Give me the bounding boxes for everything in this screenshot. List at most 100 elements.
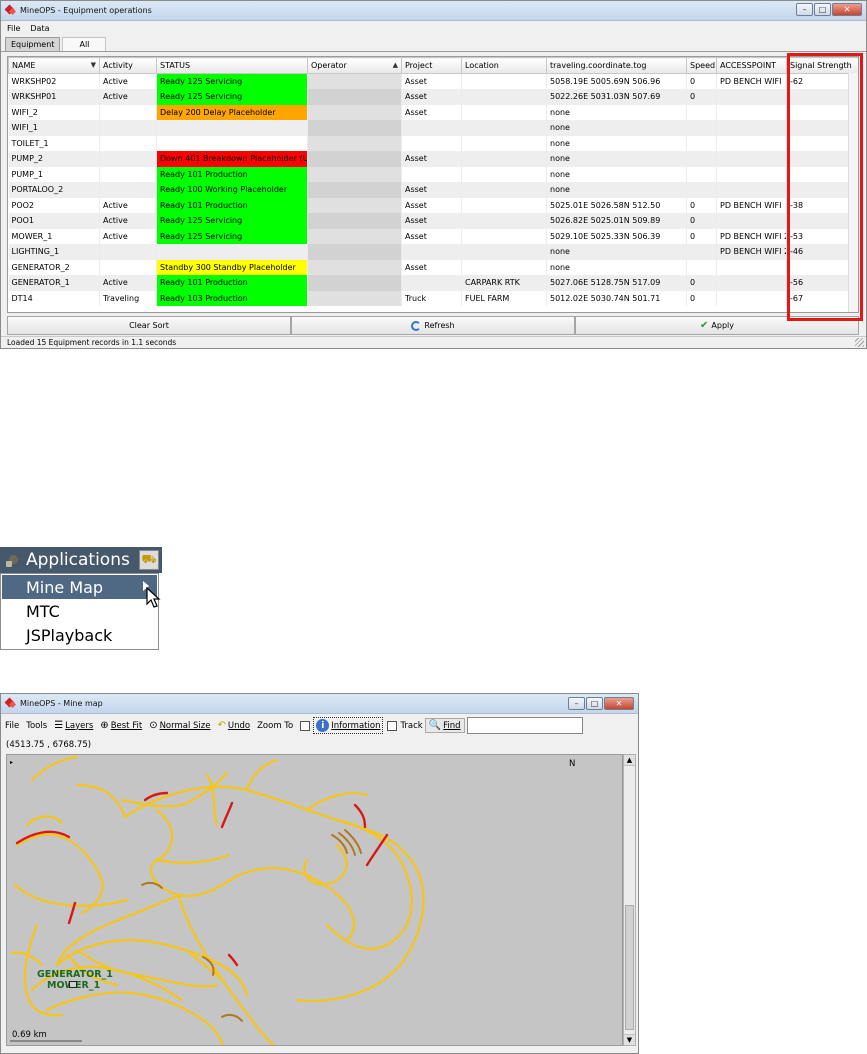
table-row[interactable]: WRKSHP02 Active Ready 125 Servicing Asset 50…	[8, 73, 858, 89]
menu-file[interactable]: File	[7, 24, 20, 33]
refresh-button[interactable]: Refresh	[291, 316, 575, 335]
scroll-up-icon[interactable]: ▲	[624, 755, 635, 766]
cell-operator	[307, 244, 402, 260]
vehicle-marker-icon[interactable]	[69, 981, 77, 988]
truck-launcher-icon[interactable]: ⛟	[139, 550, 159, 570]
layers-icon: ☰	[54, 720, 64, 731]
undo-arrow-icon: ↶	[217, 720, 226, 731]
cell-speed: 0	[686, 290, 717, 306]
maximize-icon[interactable]: □	[586, 697, 603, 710]
undo-button[interactable]: ↶ Undo	[217, 720, 250, 731]
layers-button[interactable]: ☰ Layers	[54, 720, 93, 731]
table-row[interactable]: POO1 Active Ready 125 Servicing Asset 5026.8…	[8, 213, 858, 229]
column-header-location[interactable]: Location	[461, 57, 547, 74]
resize-grip-icon[interactable]	[855, 338, 864, 347]
table-vertical-scrollbar[interactable]	[848, 73, 858, 312]
map-menu-file[interactable]: File	[5, 721, 19, 731]
vehicle-label-generator-1[interactable]: GENERATOR_1	[37, 969, 113, 980]
table-row[interactable]: WIFI_1 none	[8, 120, 858, 136]
north-indicator: N	[569, 759, 576, 769]
cell-location: FUEL FARM	[461, 290, 547, 306]
column-header-status[interactable]: STATUS	[156, 57, 308, 74]
table-row[interactable]: LIGHTING_1 none PD BENCH WIFI 2 -46	[8, 244, 858, 260]
column-header-activity[interactable]: Activity	[99, 57, 157, 74]
column-header-signal-strength[interactable]: Signal Strength	[786, 57, 858, 74]
cell-accesspoint	[716, 120, 787, 136]
normal-size-button[interactable]: ⊙ Normal Size	[149, 720, 210, 731]
table-row[interactable]: GENERATOR_2 Standby 300 Standby Placehold…	[8, 259, 858, 275]
menu-item-jsplayback[interactable]: JSPlayback	[2, 623, 157, 647]
apply-button[interactable]: ✔ Apply	[575, 316, 859, 335]
table-row[interactable]: PUMP_1 Ready 101 Production none	[8, 166, 858, 182]
close-icon[interactable]: ✕	[832, 3, 862, 16]
column-header-accesspoint[interactable]: ACCESSPOINT	[716, 57, 787, 74]
minimize-icon[interactable]: –	[796, 3, 813, 16]
best-fit-button[interactable]: ⊕ Best Fit	[100, 720, 142, 731]
map-window-controls: – □ ✕	[567, 697, 634, 710]
menu-item-mtc[interactable]: MTC	[2, 599, 157, 623]
scroll-down-icon[interactable]: ▼	[624, 1034, 635, 1045]
tab-all[interactable]: All	[62, 37, 107, 51]
table-row[interactable]: MOWER_1 Active Ready 125 Servicing Asset 502…	[8, 228, 858, 244]
mine-map-window-title: MineOPS - Mine map	[20, 699, 103, 708]
find-input[interactable]	[466, 717, 583, 734]
map-vertical-scrollbar[interactable]: ▲ ▼	[623, 754, 636, 1046]
track-checkbox[interactable]	[387, 720, 398, 731]
clear-sort-button[interactable]: Clear Sort	[7, 316, 291, 335]
map-scroll-thumb[interactable]	[625, 905, 634, 1030]
tab-equipment[interactable]: Equipment	[5, 37, 61, 51]
map-corner-arrow-icon: ▸	[10, 759, 14, 766]
cell-operator	[307, 259, 402, 275]
refresh-icon	[411, 320, 422, 331]
cell-accesspoint: PD BENCH WIFI 2	[716, 244, 787, 260]
cell-status: Down 401 Breakdown Placeholder (UM	[156, 151, 308, 167]
cell-activity: Active	[99, 89, 157, 105]
table-row[interactable]: POO2 Active Ready 101 Production Asset 5025.…	[8, 197, 858, 213]
cell-operator	[307, 120, 402, 136]
table-row[interactable]: DT14 Traveling Ready 103 Production Truck FU…	[8, 290, 858, 306]
table-row[interactable]: GENERATOR_1 Active Ready 101 Production CAR…	[8, 275, 858, 291]
information-button[interactable]: i Information	[313, 717, 384, 734]
cell-accesspoint	[716, 104, 787, 120]
information-checkbox[interactable]	[300, 720, 311, 731]
close-icon[interactable]: ✕	[604, 697, 634, 710]
applications-menu-button[interactable]: Applications	[26, 550, 130, 570]
cell-speed: 0	[686, 228, 717, 244]
column-header-coordinate[interactable]: traveling.coordinate.tog	[546, 57, 687, 74]
column-header-speed[interactable]: Speed	[686, 57, 717, 74]
cell-name: PUMP_1	[8, 166, 100, 182]
cell-project	[401, 120, 462, 136]
map-menu-tools[interactable]: Tools	[26, 721, 47, 731]
table-row[interactable]: WIFI_2 Delay 200 Delay Placeholder Asset no…	[8, 104, 858, 120]
cell-project	[401, 244, 462, 260]
mine-map-canvas[interactable]: N ▸ GENERATOR_1 MOWER_1 0.69 km	[6, 754, 623, 1046]
applications-dropdown: Mine Map MTC JSPlayback	[0, 573, 159, 650]
cell-operator	[307, 151, 402, 167]
cell-name: PUMP_2	[8, 151, 100, 167]
column-header-operator[interactable]: Operator ▲	[307, 57, 402, 74]
column-header-project[interactable]: Project	[401, 57, 462, 74]
find-button[interactable]: 🔍 Find	[424, 718, 465, 733]
zoom-to-button[interactable]: Zoom To	[257, 721, 293, 731]
table-row[interactable]: PORTALOO_2 Ready 100 Working Placeholder A…	[8, 182, 858, 198]
cell-accesspoint	[716, 89, 787, 105]
menu-data[interactable]: Data	[30, 24, 49, 33]
cell-speed: 0	[686, 213, 717, 229]
equipment-window: MineOPS - Equipment operations – □ ✕ Fil…	[0, 0, 867, 349]
cell-status: Ready 125 Servicing	[156, 213, 308, 229]
cell-location	[461, 151, 547, 167]
cell-speed	[686, 166, 717, 182]
table-row[interactable]: WRKSHP01 Active Ready 125 Servicing Asset 50…	[8, 89, 858, 105]
table-row[interactable]: PUMP_2 Down 401 Breakdown Placeholder (UM…	[8, 151, 858, 167]
table-row[interactable]: TOILET_1 none	[8, 135, 858, 151]
cell-operator	[307, 89, 402, 105]
cell-location	[461, 89, 547, 105]
cell-project: Asset	[401, 104, 462, 120]
column-header-name[interactable]: NAME ▼	[8, 57, 100, 74]
equipment-tabs: Equipment All	[1, 36, 866, 52]
menu-item-mine-map[interactable]: Mine Map	[2, 575, 157, 599]
maximize-icon[interactable]: □	[814, 3, 831, 16]
cell-accesspoint: PD BENCH WIFI	[716, 197, 787, 213]
minimize-icon[interactable]: –	[568, 697, 585, 710]
cell-name: GENERATOR_2	[8, 259, 100, 275]
